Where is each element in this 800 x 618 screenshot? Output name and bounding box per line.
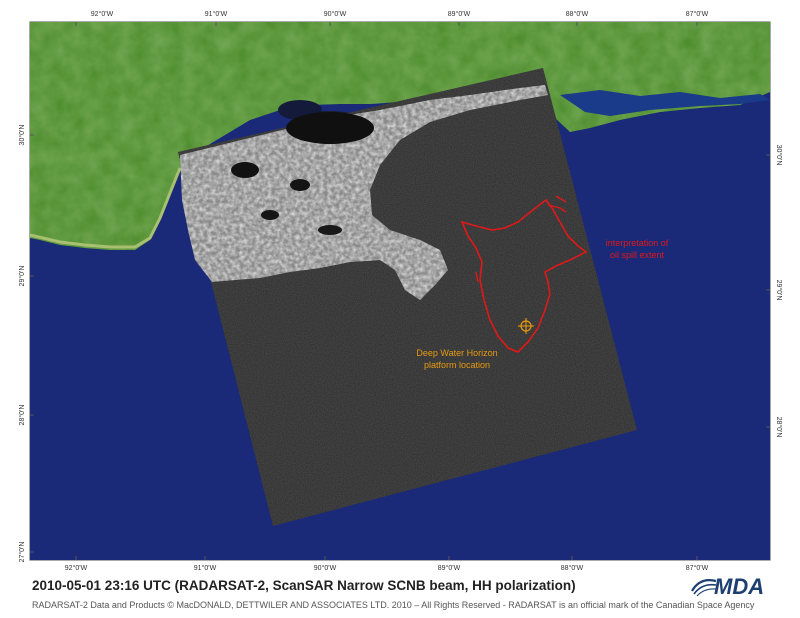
image-caption: 2010-05-01 23:16 UTC (RADARSAT-2, ScanSA… bbox=[32, 578, 576, 593]
spill-label-line1: interpretation of bbox=[606, 238, 669, 248]
copyright-credits: RADARSAT-2 Data and Products © MacDONALD… bbox=[32, 600, 755, 610]
lon-tick-bottom-1: 92°0'W bbox=[65, 564, 88, 572]
platform-label-line2: platform location bbox=[424, 360, 490, 370]
mda-logo-text: MDA bbox=[714, 575, 764, 597]
lon-tick-bottom-2: 91°0'W bbox=[194, 564, 217, 572]
lat-tick-left-2: 29°0'N bbox=[18, 266, 26, 287]
lon-tick-top-4: 89°0'W bbox=[448, 10, 471, 18]
mda-logo: MDA bbox=[691, 575, 764, 597]
lon-tick-top-5: 88°0'W bbox=[566, 10, 589, 18]
lon-tick-bottom-3: 90°0'W bbox=[314, 564, 337, 572]
lat-tick-right-2: 29°0'N bbox=[775, 280, 783, 301]
lon-tick-top-3: 90°0'W bbox=[324, 10, 347, 18]
satellite-map: interpretation of oil spill extent Deep … bbox=[0, 0, 800, 572]
lat-tick-right-3: 28°0'N bbox=[775, 417, 783, 438]
lon-tick-top-2: 91°0'W bbox=[205, 10, 228, 18]
lat-tick-left-3: 28°0'N bbox=[18, 405, 26, 426]
mda-swoosh-icon bbox=[691, 579, 717, 597]
lon-tick-bottom-6: 87°0'W bbox=[686, 564, 709, 572]
lat-tick-left-1: 30°0'N bbox=[18, 125, 26, 146]
lon-tick-top-1: 92°0'W bbox=[91, 10, 114, 18]
lon-tick-bottom-5: 88°0'W bbox=[561, 564, 584, 572]
lat-tick-right-1: 30°0'N bbox=[775, 145, 783, 166]
lon-tick-top-6: 87°0'W bbox=[686, 10, 709, 18]
lat-tick-left-4: 27°0'N bbox=[18, 542, 26, 563]
lon-tick-bottom-4: 89°0'W bbox=[438, 564, 461, 572]
spill-label-line2: oil spill extent bbox=[610, 250, 665, 260]
platform-label-line1: Deep Water Horizon bbox=[416, 348, 497, 358]
